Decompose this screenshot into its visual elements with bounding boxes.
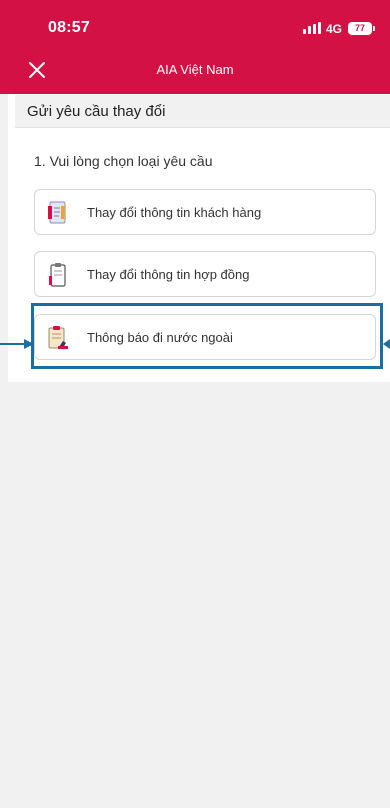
option-label: Thay đổi thông tin khách hàng: [87, 205, 262, 220]
network-type: 4G: [326, 22, 343, 36]
app-header: 08:57 4G 77 AIA Việt Nam: [0, 0, 390, 94]
battery-icon: 77: [348, 22, 372, 35]
customer-info-icon: [48, 201, 66, 224]
option-label: Thay đổi thông tin hợp đồng: [87, 267, 250, 282]
contract-clipboard-icon: [49, 263, 66, 287]
selection-highlight: [31, 303, 383, 369]
signal-icon: [303, 22, 321, 34]
app-title: AIA Việt Nam: [156, 62, 234, 77]
arrow-right-icon: [0, 339, 34, 349]
status-time: 08:57: [48, 19, 90, 36]
option-change-contract-info[interactable]: Thay đổi thông tin hợp đồng: [34, 251, 376, 297]
page-title: Gửi yêu cầu thay đổi: [27, 103, 166, 120]
option-change-customer-info[interactable]: Thay đổi thông tin khách hàng: [34, 189, 376, 235]
battery-tip: [373, 26, 375, 31]
request-type-question: 1. Vui lòng chọn loại yêu cầu: [34, 153, 213, 169]
page-heading: Gửi yêu cầu thay đổi: [15, 95, 390, 128]
arrow-left-icon: [383, 339, 390, 349]
